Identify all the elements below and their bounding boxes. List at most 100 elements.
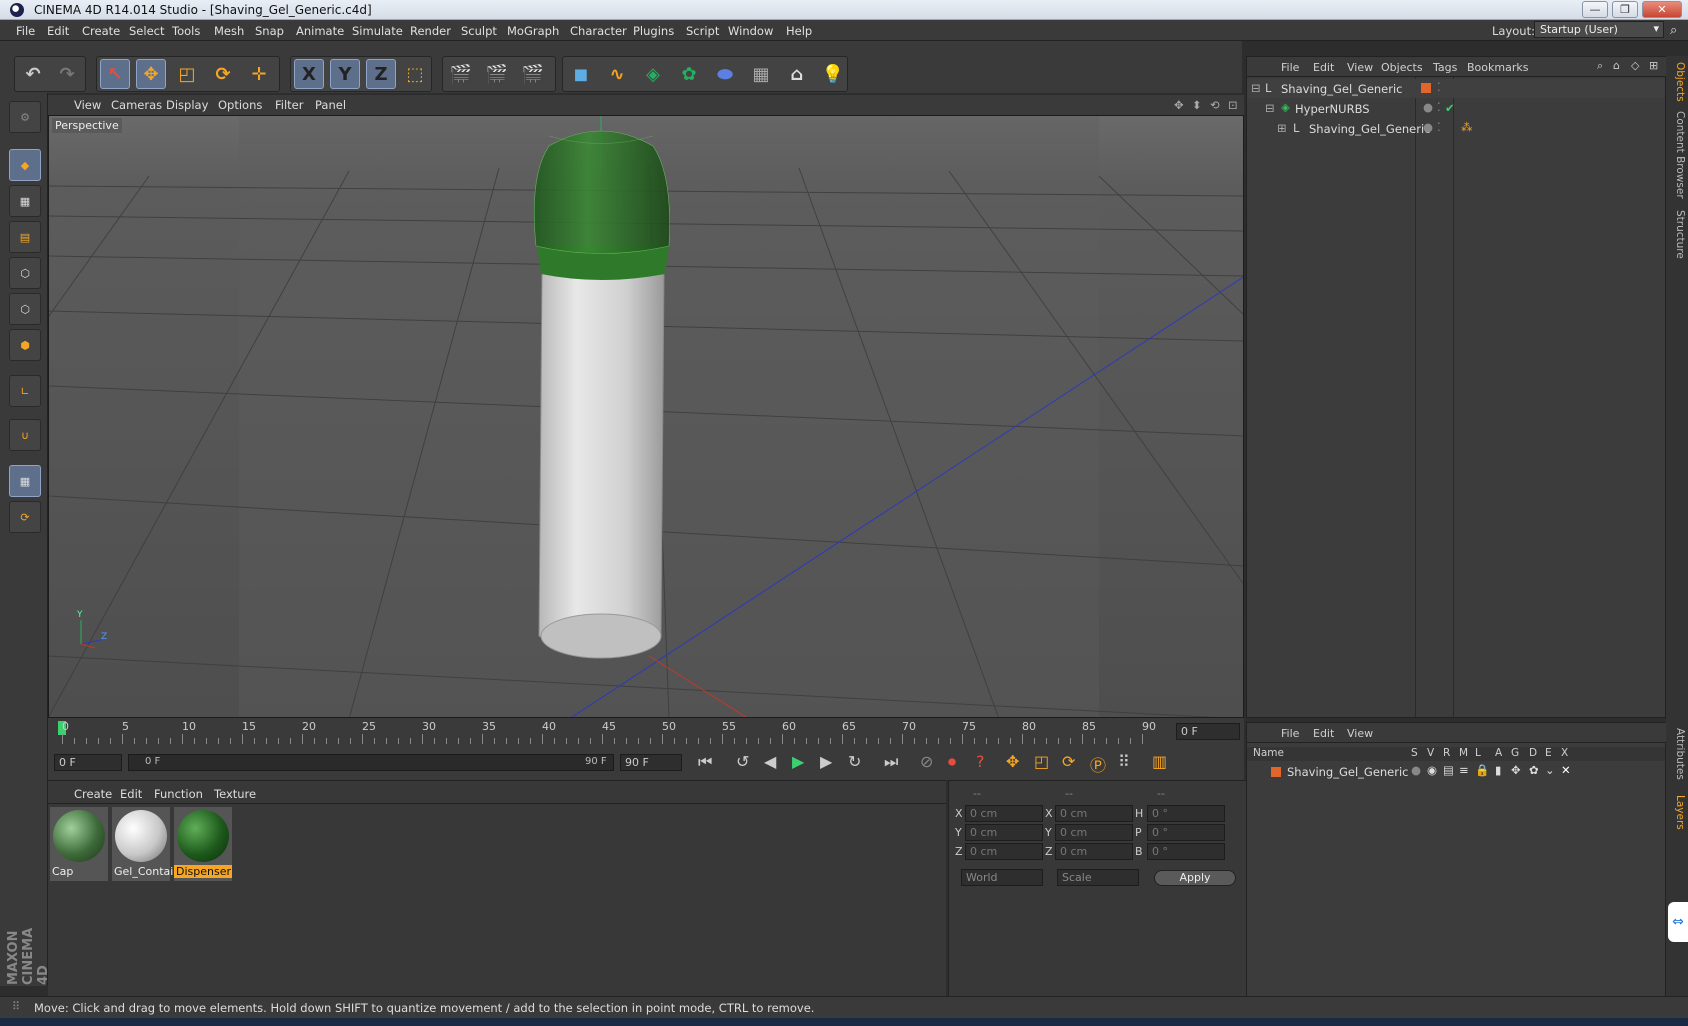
vp-menu-panel[interactable]: Panel bbox=[315, 98, 346, 112]
layer-col-a[interactable]: A bbox=[1495, 747, 1502, 759]
x-axis-button[interactable]: X bbox=[294, 59, 324, 89]
vp-move-icon[interactable]: ✥ bbox=[1174, 98, 1184, 112]
om-menu-tags[interactable]: Tags bbox=[1433, 61, 1457, 74]
layer-col-g[interactable]: G bbox=[1511, 747, 1519, 759]
live-selection-icon[interactable]: ↖ bbox=[100, 59, 130, 89]
vp-maximize-icon[interactable]: ⊡ bbox=[1228, 98, 1238, 112]
workplane-icon[interactable]: ▤ bbox=[9, 221, 41, 253]
tree-row-root[interactable]: ⊟ L Shaving_Gel_Generic ⁚ bbox=[1247, 79, 1665, 98]
record-icon[interactable]: ⏺ bbox=[948, 752, 956, 772]
layer-xref-icon[interactable]: ✕ bbox=[1561, 763, 1571, 777]
om-menu-edit[interactable]: Edit bbox=[1313, 61, 1334, 74]
lm-menu-file[interactable]: File bbox=[1281, 727, 1299, 740]
end-frame-field[interactable]: 90 F bbox=[620, 754, 682, 771]
next-key-icon[interactable]: ↻ bbox=[848, 752, 861, 771]
visibility-dots[interactable]: ⁚ bbox=[1437, 120, 1441, 134]
layer-col-r[interactable]: R bbox=[1443, 747, 1450, 759]
menu-render[interactable]: Render bbox=[410, 24, 451, 38]
move-icon[interactable]: ✥ bbox=[136, 59, 166, 89]
coord-value-field[interactable]: 0 cm bbox=[1055, 824, 1133, 841]
search-icon[interactable]: ⌕ bbox=[1670, 23, 1677, 38]
light-icon[interactable]: 💡 bbox=[818, 59, 848, 89]
snap-icon[interactable]: ⟳ bbox=[9, 501, 41, 533]
minimize-button[interactable]: — bbox=[1582, 1, 1608, 18]
material-cap[interactable]: Cap bbox=[50, 807, 108, 881]
scene-icon[interactable]: ▦ bbox=[746, 59, 776, 89]
lm-menu-view[interactable]: View bbox=[1347, 727, 1373, 740]
prev-key-icon[interactable]: ↺ bbox=[736, 752, 749, 771]
layer-col-v[interactable]: V bbox=[1427, 747, 1434, 759]
om-menu-bookmarks[interactable]: Bookmarks bbox=[1467, 61, 1528, 74]
menu-simulate[interactable]: Simulate bbox=[352, 24, 403, 38]
key-position-icon[interactable]: ✥ bbox=[1006, 752, 1019, 771]
vp-menu-filter[interactable]: Filter bbox=[275, 98, 303, 112]
layer-solo-toggle[interactable]: ● bbox=[1411, 763, 1421, 777]
layer-generators-icon[interactable]: ✥ bbox=[1511, 763, 1521, 777]
layer-deformers-icon[interactable]: ✿ bbox=[1529, 763, 1539, 777]
menu-window[interactable]: Window bbox=[728, 24, 773, 38]
layer-visible-eye-icon[interactable]: ◉ bbox=[1427, 763, 1437, 777]
vp-menu-view[interactable]: View bbox=[74, 98, 101, 112]
z-axis-button[interactable]: Z bbox=[366, 59, 396, 89]
coord-value-field[interactable]: 0 ° bbox=[1147, 824, 1225, 841]
tab-content-browser[interactable]: Content Browser bbox=[1668, 110, 1686, 200]
visibility-dots[interactable]: ⁚ bbox=[1437, 100, 1441, 114]
camera-icon[interactable]: ⌂ bbox=[782, 59, 812, 89]
key-scale-icon[interactable]: ◰ bbox=[1034, 752, 1049, 771]
menu-plugins[interactable]: Plugins bbox=[633, 24, 674, 38]
om-home-icon[interactable]: ⌂ bbox=[1613, 59, 1620, 72]
tab-structure[interactable]: Structure bbox=[1668, 206, 1686, 262]
restore-button[interactable]: ❐ bbox=[1612, 1, 1638, 18]
key-pla-icon[interactable]: ⠿ bbox=[1118, 752, 1130, 771]
vp-menu-options[interactable]: Options bbox=[218, 98, 262, 112]
teamviewer-icon[interactable]: ⇔ bbox=[1668, 902, 1688, 942]
coord-value-field[interactable]: 0 cm bbox=[965, 843, 1043, 860]
coord-value-field[interactable]: 0 ° bbox=[1147, 843, 1225, 860]
menu-edit[interactable]: Edit bbox=[47, 24, 69, 38]
go-to-start-icon[interactable]: ⏮ bbox=[698, 752, 712, 772]
tree-row-hypernurbs[interactable]: ⊟ ◈ HyperNURBS ● ⁚ ✔ bbox=[1247, 99, 1665, 118]
om-menu-file[interactable]: File bbox=[1281, 61, 1299, 74]
start-frame-field[interactable]: 0 F bbox=[54, 754, 122, 771]
nurbs-icon[interactable]: ◈ bbox=[638, 59, 668, 89]
points-mode-icon[interactable]: ⬡ bbox=[9, 257, 41, 289]
expand-icon[interactable]: ⊞ bbox=[1277, 121, 1287, 135]
rotate-icon[interactable]: ⟳ bbox=[208, 59, 238, 89]
layer-expressions-icon[interactable]: ⌄ bbox=[1545, 763, 1555, 777]
coordinate-system-icon[interactable]: ⬚ bbox=[400, 59, 430, 89]
play-icon[interactable]: ▶ bbox=[792, 752, 804, 771]
om-new-window-icon[interactable]: ⊞ bbox=[1649, 59, 1658, 72]
menu-script[interactable]: Script bbox=[686, 24, 719, 38]
layer-col-e[interactable]: E bbox=[1545, 747, 1552, 759]
layer-col-x[interactable]: X bbox=[1561, 747, 1568, 759]
tab-attributes[interactable]: Attributes bbox=[1668, 724, 1686, 784]
undo-icon[interactable]: ↶ bbox=[18, 59, 48, 89]
tab-objects[interactable]: Objects bbox=[1668, 60, 1686, 104]
menu-create[interactable]: Create bbox=[82, 24, 120, 38]
redo-icon[interactable]: ↷ bbox=[52, 59, 82, 89]
menu-select[interactable]: Select bbox=[129, 24, 164, 38]
enabled-check-icon[interactable]: ✔ bbox=[1445, 101, 1455, 115]
menu-help[interactable]: Help bbox=[786, 24, 812, 38]
mat-menu-create[interactable]: Create bbox=[74, 787, 112, 801]
model-mode-icon[interactable]: ⚙ bbox=[9, 101, 41, 133]
layer-row-name[interactable]: Shaving_Gel_Generic bbox=[1287, 765, 1409, 779]
axis-mode-icon[interactable]: ∟ bbox=[9, 375, 41, 407]
frame-range-slider[interactable]: 0 F 90 F bbox=[128, 754, 614, 771]
deformer-icon[interactable]: ⬬ bbox=[710, 59, 740, 89]
layer-manager-icon[interactable]: ≡ bbox=[1459, 763, 1469, 777]
cube-icon[interactable]: ◼ bbox=[566, 59, 596, 89]
render-picture-viewer-icon[interactable]: 🎬 bbox=[482, 59, 512, 89]
layout-select[interactable]: Startup (User) bbox=[1534, 21, 1664, 38]
menu-character[interactable]: Character bbox=[570, 24, 627, 38]
menu-animate[interactable]: Animate bbox=[296, 24, 344, 38]
layer-animation-icon[interactable]: ▮ bbox=[1495, 763, 1501, 777]
tree-hypernurbs-name[interactable]: HyperNURBS bbox=[1295, 102, 1370, 116]
close-button[interactable]: ✕ bbox=[1642, 1, 1682, 18]
layer-col-s[interactable]: S bbox=[1411, 747, 1418, 759]
timeline-ruler[interactable]: 0 5 10 15 20 25 30 35 40 45 50 55 60 65 70 75 80 85 90 0 F bbox=[48, 718, 1244, 746]
key-parameter-icon[interactable]: Ⓟ bbox=[1090, 752, 1106, 776]
render-view-icon[interactable]: 🎬 bbox=[446, 59, 476, 89]
menu-file[interactable]: File bbox=[16, 24, 35, 38]
lock-workplane-icon[interactable]: ▦ bbox=[9, 465, 41, 497]
